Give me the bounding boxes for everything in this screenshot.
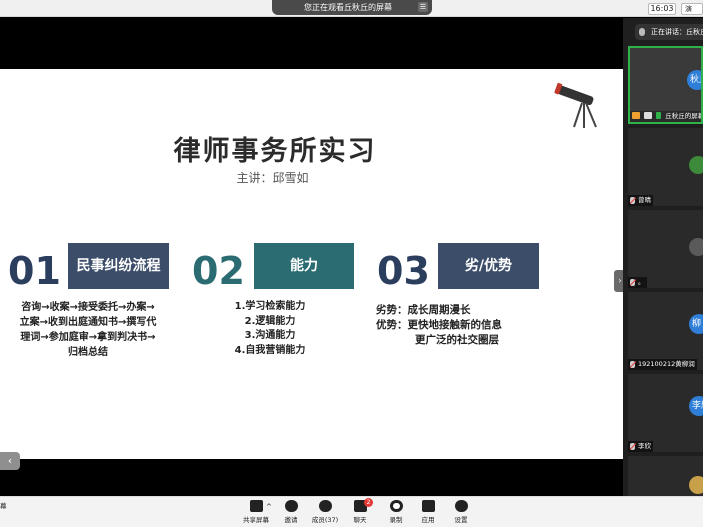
section-heading-abilities: 能力 (254, 243, 354, 289)
apps-button[interactable]: 应用 (411, 500, 445, 524)
participant-name-bar: 。 (628, 277, 647, 288)
chat-badge: 2 (364, 498, 373, 507)
chat-label: 聊天 (353, 516, 367, 524)
avatar: 李欣 (689, 396, 703, 416)
section-body-process: 咨询→收案→接受委托→办案→ 立案→收到出庭通知书→撰写代 理词→参加庭审→拿到… (4, 300, 172, 360)
active-speaker-bar: 正在讲话：丘秋丘； (635, 24, 703, 40)
avatar (689, 156, 703, 174)
meeting-window: 您正在观看丘秋丘的屏幕 ☰ 16:03 演 律师事务所实习 主讲：邱雪如 01 … (0, 0, 703, 527)
process-line-4: 归档总结 (68, 347, 108, 358)
avatar: 秋丘 (687, 70, 701, 90)
participant-name: 李欣 (638, 442, 651, 450)
participant-name-bar: 192100212黄柳润 (628, 359, 697, 370)
participant-tile[interactable]: 李欣 李欣 (628, 374, 703, 452)
shared-screen: 律师事务所实习 主讲：邱雪如 01 民事纠纷流程 咨询→收案→接受委托→办案→ … (0, 18, 626, 496)
chevron-left-icon: ‹ (7, 454, 13, 467)
weakness-line: 劣势：成长周期漫长 (376, 304, 471, 316)
process-line-1: 咨询→收案→接受委托→办案→ (21, 302, 155, 313)
meeting-clock: 16:03 (648, 3, 676, 15)
invite-label: 邀请 (284, 516, 298, 524)
microphone-active-icon (656, 112, 662, 119)
participant-name: 曾晴 (638, 196, 651, 204)
section-number-01: 01 (8, 249, 61, 293)
share-screen-button[interactable]: 共享屏幕 ^ (236, 500, 276, 524)
participant-panel: 正在讲话：丘秋丘； 秋丘 丘秋丘的屏幕 曾晴 。 (623, 18, 703, 496)
toolbar-left-partial: 幕 (0, 502, 7, 510)
settings-button[interactable]: 设置 (444, 500, 478, 524)
share-options-caret-icon[interactable]: ^ (266, 503, 272, 511)
participant-name: 丘秋丘的屏幕 (665, 112, 703, 120)
apps-grid-icon (421, 500, 435, 512)
participant-name-bar: 李欣 (628, 441, 653, 452)
viewing-indicator[interactable]: 您正在观看丘秋丘的屏幕 ☰ (272, 0, 432, 15)
participant-name: 。 (638, 278, 645, 286)
participant-tile[interactable]: 秋丘 丘秋丘的屏幕 (628, 46, 703, 124)
gear-icon (454, 500, 468, 512)
avatar: 柳 (689, 314, 703, 334)
participant-tile[interactable]: 曾晴 (628, 128, 703, 206)
slide-subtitle: 主讲：邱雪如 (236, 171, 309, 185)
section-number-03: 03 (377, 249, 430, 293)
view-options-icon[interactable]: ☰ (418, 2, 428, 12)
participant-name-bar: 丘秋丘的屏幕 (630, 111, 703, 122)
ability-line-3: 3.沟通能力 (244, 330, 296, 341)
record-icon (389, 500, 403, 512)
meeting-toolbar: 幕 共享屏幕 ^ 邀请 成员(37) 2 聊天 录制 应用 设置 (0, 496, 703, 527)
chat-button[interactable]: 2 聊天 (343, 498, 377, 524)
participant-name-bar: 曾晴 (628, 195, 653, 206)
microphone-icon (639, 28, 645, 36)
slide-title: 律师事务所实习 (173, 136, 377, 167)
invite-button[interactable]: 邀请 (274, 500, 308, 524)
top-bar: 您正在观看丘秋丘的屏幕 ☰ 16:03 演 (0, 0, 703, 17)
host-icon (632, 112, 640, 119)
ability-line-1: 1.学习检索能力 (234, 301, 306, 312)
share-screen-label: 共享屏幕 (243, 516, 269, 524)
participant-name: 192100212黄柳润 (638, 360, 695, 368)
section-number-02: 02 (192, 249, 245, 293)
process-line-2: 立案→收到出庭通知书→撰写代 (19, 317, 157, 328)
screen-share-icon (644, 112, 653, 119)
participant-tile[interactable]: 柳 192100212黄柳润 (628, 292, 703, 370)
avatar (689, 476, 703, 494)
viewing-label: 您正在观看丘秋丘的屏幕 (304, 3, 392, 12)
share-screen-icon (249, 500, 263, 512)
ability-line-4: 4.自我营销能力 (234, 344, 306, 356)
apps-label: 应用 (421, 516, 435, 524)
process-line-3: 理词→参加庭审→拿到判决书→ (20, 332, 156, 343)
chevron-right-icon: › (618, 276, 622, 285)
section-heading-process: 民事纠纷流程 (68, 243, 169, 289)
members-label: 成员(37) (311, 516, 339, 524)
strength-line-2: 更广泛的社交圈层 (415, 334, 499, 346)
avatar (689, 238, 703, 256)
active-speaker-label: 正在讲话：丘秋丘； (651, 28, 703, 36)
previous-page-button[interactable]: ‹ (0, 452, 20, 470)
presentation-slide: 律师事务所实习 主讲：邱雪如 01 民事纠纷流程 咨询→收案→接受委托→办案→ … (0, 69, 623, 459)
record-button[interactable]: 录制 (379, 500, 413, 524)
add-user-icon (284, 500, 298, 512)
ability-line-2: 2.逻辑能力 (244, 315, 296, 327)
strength-line: 优势：更快地接触新的信息 (376, 319, 502, 331)
members-icon (318, 500, 332, 512)
participant-tile[interactable]: 。 (628, 210, 703, 288)
record-label: 录制 (389, 516, 403, 524)
section-body-pros-cons: 劣势：成长周期漫长 优势：更快地接触新的信息 更广泛的社交圈层 (376, 303, 546, 348)
section-heading-pros-cons: 劣/优势 (438, 243, 539, 289)
view-mode-label: 演 (685, 5, 692, 13)
view-mode-button[interactable]: 演 (681, 3, 703, 15)
settings-label: 设置 (454, 516, 468, 524)
members-button[interactable]: 成员(37) (308, 500, 342, 524)
section-body-abilities: 1.学习检索能力 2.逻辑能力 3.沟通能力 4.自我营销能力 (224, 300, 316, 358)
participant-tile[interactable] (628, 456, 703, 496)
telescope-icon (554, 82, 597, 128)
